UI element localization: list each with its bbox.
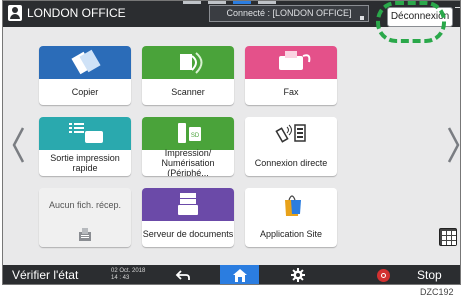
date: 02 Oct. 2018 bbox=[111, 268, 146, 274]
logout-button[interactable]: Déconnexion bbox=[387, 7, 453, 27]
tile-no-received-file[interactable]: Aucun fich. récep. bbox=[39, 188, 131, 247]
svg-text:SD: SD bbox=[191, 133, 200, 139]
copier-icon bbox=[39, 46, 131, 79]
tile-label: Fax bbox=[283, 87, 299, 97]
tile-quick-print[interactable]: Sortie impression rapide bbox=[39, 117, 131, 176]
tile-document-server[interactable]: Serveur de documents bbox=[142, 188, 234, 247]
gear-icon[interactable] bbox=[291, 268, 305, 282]
page-dot[interactable] bbox=[208, 1, 226, 4]
tile-label bbox=[39, 221, 131, 247]
scanner-icon bbox=[142, 46, 234, 79]
bottom-bar: Vérifier l'état 02 Oct. 2018 14 : 43 Sto… bbox=[3, 265, 460, 284]
time: 14 : 43 bbox=[111, 275, 130, 281]
minimize-icon[interactable] bbox=[455, 7, 460, 8]
tile-label: Scanner bbox=[171, 87, 205, 97]
right-arrow-icon[interactable] bbox=[447, 126, 461, 164]
figure-code: DZC192 bbox=[420, 287, 454, 297]
no-file-text: Aucun fich. récep. bbox=[48, 200, 122, 210]
top-bar: LONDON OFFICE Connecté : [LONDON OFFICE]… bbox=[3, 1, 460, 27]
fax-icon bbox=[245, 46, 337, 79]
home-button[interactable] bbox=[220, 265, 259, 284]
document-server-icon bbox=[142, 188, 234, 221]
tile-direct-connect[interactable]: Connexion directe bbox=[245, 117, 337, 176]
tile-application-site[interactable]: Application Site bbox=[245, 188, 337, 247]
back-icon[interactable] bbox=[175, 269, 191, 282]
stop-button[interactable]: Stop bbox=[417, 268, 442, 282]
tile-label: Connexion directe bbox=[254, 158, 328, 168]
shopping-bag-icon bbox=[245, 188, 337, 221]
app-grid-icon[interactable] bbox=[439, 228, 457, 246]
home-icon bbox=[233, 269, 247, 282]
tile-label: Application Site bbox=[259, 229, 323, 239]
fax-inbox-icon bbox=[79, 228, 91, 241]
left-arrow-icon[interactable] bbox=[11, 126, 25, 164]
connection-status: Connecté : [LONDON OFFICE] bbox=[209, 5, 369, 22]
tile-label: Sortie impression rapide bbox=[50, 153, 120, 173]
tile-label: Copier bbox=[71, 87, 99, 97]
tile-copier[interactable]: Copier bbox=[39, 46, 131, 105]
usb-sd-icon: SD bbox=[142, 117, 234, 150]
page-dot[interactable] bbox=[258, 1, 276, 4]
tile-scanner[interactable]: Scanner bbox=[142, 46, 234, 105]
no-file-status: Aucun fich. récep. bbox=[39, 188, 131, 221]
user-icon bbox=[8, 5, 22, 21]
office-name: LONDON OFFICE bbox=[27, 6, 126, 20]
quick-print-icon bbox=[39, 117, 131, 150]
page-dot-active[interactable] bbox=[233, 1, 251, 4]
stop-icon[interactable] bbox=[377, 269, 390, 282]
date-time: 02 Oct. 2018 14 : 43 bbox=[111, 268, 145, 282]
tile-fax[interactable]: Fax bbox=[245, 46, 337, 105]
connection-corner-mark bbox=[360, 16, 364, 20]
page-dot[interactable] bbox=[183, 1, 201, 4]
tile-print-scan-device[interactable]: SD Impression/ Numérisation (Périphé... bbox=[142, 117, 234, 176]
tile-label-line1: Impression/ bbox=[164, 148, 212, 158]
device-screen: LONDON OFFICE Connecté : [LONDON OFFICE]… bbox=[2, 0, 461, 285]
check-status-button[interactable]: Vérifier l'état bbox=[12, 268, 78, 282]
tile-label: Serveur de documents bbox=[142, 229, 234, 239]
tile-label: Impression/ Numérisation (Périphé... bbox=[142, 148, 234, 176]
nfc-phone-icon bbox=[245, 117, 337, 150]
tile-label-line2: Numérisation (Périphé... bbox=[161, 158, 215, 176]
